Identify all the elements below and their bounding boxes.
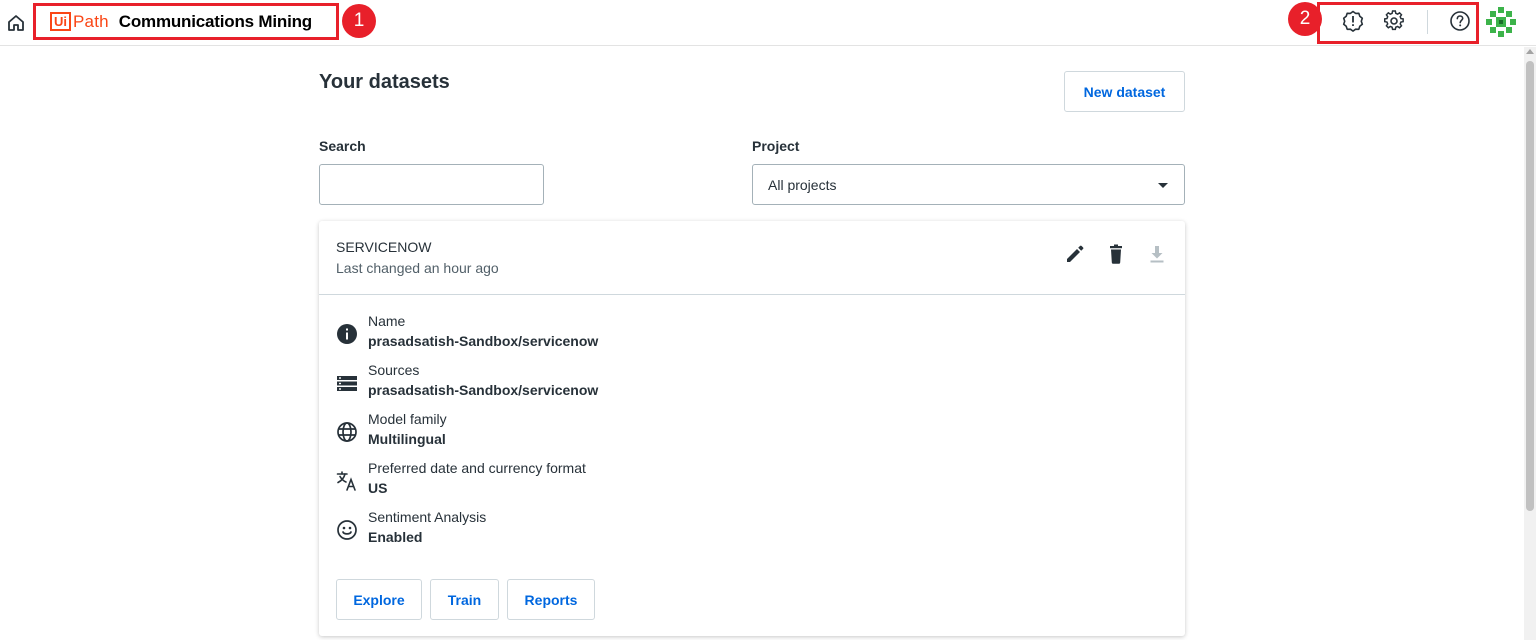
- detail-value: Multilingual: [368, 431, 446, 447]
- brand-logo-link[interactable]: Ui Path Communications Mining: [33, 3, 339, 40]
- uipath-logo-ui: Ui: [50, 12, 71, 31]
- dataset-card-header: SERVICENOW Last changed an hour ago: [319, 221, 1185, 295]
- search-label: Search: [319, 138, 366, 154]
- download-icon[interactable]: [1146, 243, 1168, 265]
- pencil-icon[interactable]: [1064, 243, 1086, 265]
- dataset-card: SERVICENOW Last changed an hour ago Name…: [319, 221, 1185, 636]
- new-dataset-button[interactable]: New dataset: [1064, 71, 1185, 112]
- alert-icon[interactable]: [1342, 10, 1364, 32]
- detail-label: Model family: [368, 411, 447, 427]
- home-icon[interactable]: [6, 13, 26, 33]
- smiley-icon: [336, 519, 358, 541]
- detail-label: Sources: [368, 362, 420, 378]
- product-name: Communications Mining: [118, 11, 312, 31]
- detail-label: Name: [368, 313, 406, 329]
- scroll-up-arrow-icon[interactable]: [1526, 49, 1534, 54]
- help-icon[interactable]: [1449, 10, 1471, 32]
- info-icon: [336, 323, 358, 345]
- sources-icon: [336, 372, 358, 394]
- uipath-logo: Ui Path: [50, 12, 109, 32]
- project-select-value: All projects: [768, 176, 837, 193]
- train-button[interactable]: Train: [430, 579, 499, 620]
- detail-value: prasadsatish-Sandbox/servicenow: [368, 333, 599, 349]
- trash-icon[interactable]: [1105, 243, 1127, 265]
- detail-label: Sentiment Analysis: [368, 509, 487, 525]
- dataset-title[interactable]: SERVICENOW: [336, 239, 431, 255]
- gear-icon[interactable]: [1383, 10, 1405, 32]
- detail-value: US: [368, 480, 388, 496]
- caret-down-icon: [1158, 183, 1168, 188]
- page-title: Your datasets: [319, 71, 450, 93]
- detail-label: Preferred date and currency format: [368, 460, 586, 476]
- globe-icon: [336, 421, 358, 443]
- project-label: Project: [752, 138, 800, 154]
- reports-button[interactable]: Reports: [507, 579, 595, 620]
- project-select[interactable]: All projects: [752, 164, 1185, 205]
- page-scrollbar[interactable]: [1524, 47, 1536, 640]
- top-bar: Ui Path Communications Mining 1 2: [0, 0, 1536, 46]
- uipath-logo-path: Path: [73, 11, 109, 31]
- scrollbar-thumb[interactable]: [1526, 61, 1534, 511]
- dataset-last-changed: Last changed an hour ago: [336, 260, 499, 276]
- search-input[interactable]: [319, 164, 544, 205]
- detail-value: Enabled: [368, 529, 423, 545]
- explore-button[interactable]: Explore: [336, 579, 422, 620]
- header-divider: [1427, 10, 1428, 34]
- callout-badge-1: 1: [342, 4, 376, 38]
- detail-value: prasadsatish-Sandbox/servicenow: [368, 382, 599, 398]
- avatar[interactable]: [1484, 5, 1518, 39]
- translate-icon: [336, 470, 358, 492]
